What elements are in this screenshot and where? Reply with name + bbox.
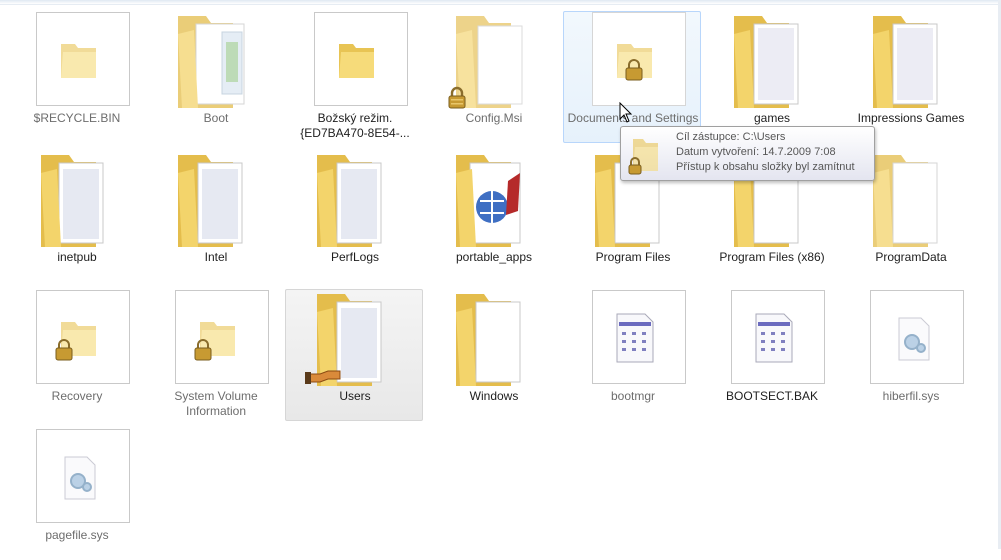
item-bootmgr[interactable]: bootmgr	[563, 289, 701, 421]
mouse-cursor-icon	[619, 102, 633, 123]
item-label: Boot	[203, 111, 229, 125]
folder-icon	[31, 290, 130, 386]
item-label: portable_apps	[455, 250, 533, 264]
item-games[interactable]: games	[702, 11, 840, 143]
item-system-volume-information[interactable]: System Volume Information	[146, 289, 284, 421]
item-label: Intel	[204, 250, 228, 264]
file-icon	[726, 290, 825, 386]
folder-icon	[865, 151, 961, 247]
folder-icon	[448, 290, 544, 386]
shared-hand-icon	[305, 370, 341, 384]
item-label: games	[753, 111, 791, 125]
item-label: inetpub	[57, 250, 97, 264]
item-label: Windows	[469, 389, 519, 403]
item-label: $RECYCLE.BIN	[33, 111, 121, 125]
item-label: BOOTSECT.BAK	[725, 389, 819, 403]
lock-icon	[448, 86, 466, 109]
folder-icon	[31, 151, 127, 247]
item-label: Config.Msi	[465, 111, 523, 125]
item-recycle-bin[interactable]: $RECYCLE.BIN	[7, 11, 145, 143]
item-bootsect-bak[interactable]: BOOTSECT.BAK	[702, 289, 840, 421]
folder-icon	[170, 290, 269, 386]
item-inetpub[interactable]: inetpub	[7, 150, 145, 282]
folder-icon	[628, 139, 658, 175]
item-label: Program Files (x86)	[719, 250, 825, 264]
item-config-msi[interactable]: Config.Msi	[424, 11, 562, 143]
item-portable-apps[interactable]: portable_apps	[424, 150, 562, 282]
item-hiberfil-sys[interactable]: hiberfil.sys	[841, 289, 979, 421]
item-label: Recovery	[51, 389, 103, 403]
item-perflogs[interactable]: PerfLogs	[285, 150, 423, 282]
folder-icon	[726, 12, 822, 108]
item-label: bootmgr	[610, 389, 656, 403]
folder-icon	[587, 12, 686, 108]
folder-icon	[170, 12, 266, 108]
folder-icon	[309, 12, 408, 108]
tooltip-access: Přístup k obsahu složky byl zamítnut	[676, 161, 855, 173]
tooltip-target: Cíl zástupce: C:\Users	[676, 131, 786, 143]
item-label: System Volume Information	[174, 389, 258, 418]
item-pagefile-sys[interactable]: pagefile.sys	[7, 428, 145, 560]
item-god-mode[interactable]: Božský režim.{ED7BA470-8E54-...	[285, 11, 423, 143]
system-file-icon	[865, 290, 964, 386]
item-boot[interactable]: Boot	[146, 11, 284, 143]
item-label: Documents and Settings	[567, 111, 699, 125]
folder-icon	[31, 12, 130, 108]
item-impressions-games[interactable]: Impressions Games	[841, 11, 979, 143]
item-label: Users	[339, 389, 371, 403]
folder-icon	[309, 151, 405, 247]
folder-icon	[865, 12, 961, 108]
file-list: $RECYCLE.BIN Boot Božský režim.{ED7BA470…	[0, 0, 990, 549]
item-label: pagefile.sys	[45, 528, 109, 542]
item-label: Program Files	[595, 250, 671, 264]
item-recovery[interactable]: Recovery	[7, 289, 145, 421]
file-icon	[587, 290, 686, 386]
system-file-icon	[31, 429, 130, 525]
folder-icon	[448, 151, 544, 247]
tooltip: Cíl zástupce: C:\Users Datum vytvoření: …	[620, 126, 875, 181]
item-users[interactable]: Users	[285, 289, 423, 421]
item-label: Impressions Games	[857, 111, 965, 125]
item-intel[interactable]: Intel	[146, 150, 284, 282]
item-label: hiberfil.sys	[882, 389, 940, 403]
item-label: PerfLogs	[330, 250, 380, 264]
item-windows[interactable]: Windows	[424, 289, 562, 421]
item-label: Božský režim.{ED7BA470-8E54-...	[300, 111, 410, 140]
tooltip-created: Datum vytvoření: 14.7.2009 7:08	[676, 146, 836, 158]
item-label: ProgramData	[875, 250, 947, 264]
folder-icon	[170, 151, 266, 247]
